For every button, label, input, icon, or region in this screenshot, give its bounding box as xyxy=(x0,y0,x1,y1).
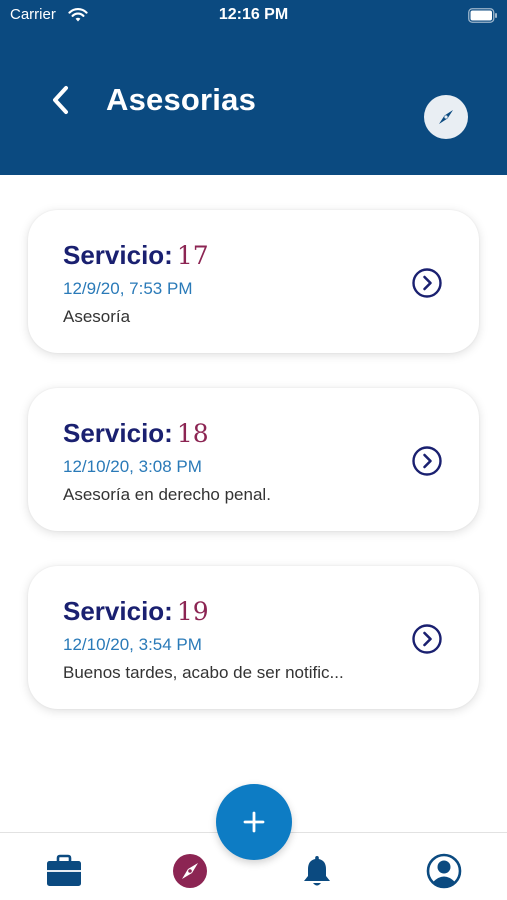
compass-button[interactable] xyxy=(424,95,468,139)
service-description: Asesoría xyxy=(63,307,131,326)
tab-notifications[interactable] xyxy=(297,851,337,891)
tab-profile[interactable] xyxy=(424,851,464,891)
app-header: Carrier 12:16 PM Asesorias xyxy=(0,0,507,175)
page-title: Asesorias xyxy=(106,82,257,117)
service-title: Servicio: 19 xyxy=(63,596,209,627)
compass-icon xyxy=(439,110,453,124)
tab-compass[interactable] xyxy=(170,851,210,891)
chevron-right-circle-icon[interactable] xyxy=(411,267,443,299)
service-date: 12/10/20, 3:08 PM xyxy=(63,457,202,476)
service-number: 19 xyxy=(176,597,209,626)
compass-icon xyxy=(173,854,207,888)
chevron-right-circle-icon[interactable] xyxy=(411,623,443,655)
add-button[interactable] xyxy=(216,784,292,860)
plus-icon xyxy=(243,811,265,833)
service-label: Servicio: xyxy=(63,240,173,270)
service-card[interactable]: Servicio: 18 12/10/20, 3:08 PM Asesoría e… xyxy=(28,388,479,531)
chevron-right-circle-icon[interactable] xyxy=(411,445,443,477)
service-title: Servicio: 17 xyxy=(63,240,209,271)
service-card[interactable]: Servicio: 17 12/9/20, 7:53 PM Asesoría xyxy=(28,210,479,353)
service-title: Servicio: 18 xyxy=(63,418,209,449)
service-date: 12/10/20, 3:54 PM xyxy=(63,635,202,654)
service-label: Servicio: xyxy=(63,596,173,626)
tab-briefcase[interactable] xyxy=(44,851,84,891)
status-bar: Carrier 12:16 PM xyxy=(0,0,507,30)
back-button[interactable] xyxy=(44,82,78,118)
status-time: 12:16 PM xyxy=(218,6,289,23)
service-label: Servicio: xyxy=(63,418,173,448)
service-date: 12/9/20, 7:53 PM xyxy=(63,279,193,298)
bell-icon xyxy=(304,856,330,886)
service-description: Asesoría en derecho penal. xyxy=(63,485,271,504)
service-number: 17 xyxy=(176,241,209,270)
service-card[interactable]: Servicio: 19 12/10/20, 3:54 PM Buenos tar… xyxy=(28,566,479,709)
service-number: 18 xyxy=(176,419,209,448)
battery-icon xyxy=(468,8,497,23)
service-description: Buenos tardes, acabo de ser notific... xyxy=(63,663,344,682)
chevron-left-icon xyxy=(53,86,68,114)
briefcase-icon xyxy=(47,854,81,886)
user-icon xyxy=(426,853,462,889)
